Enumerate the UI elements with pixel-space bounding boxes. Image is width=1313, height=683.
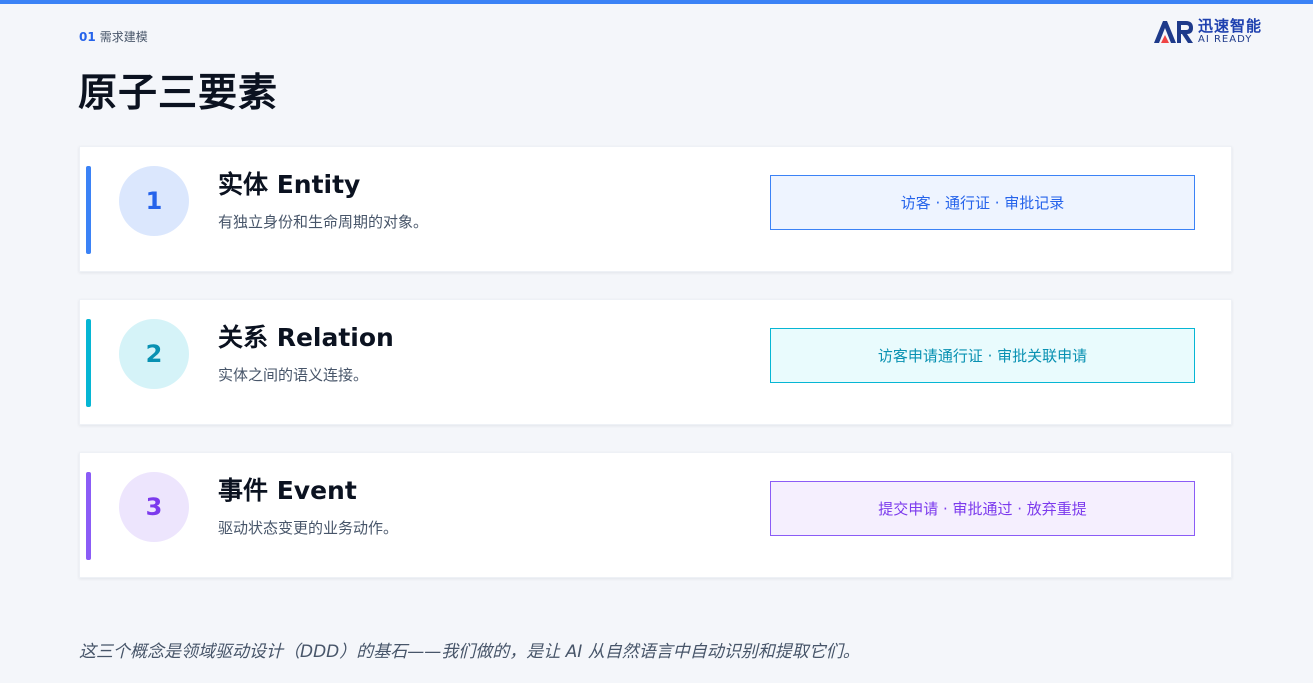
card-accent-bar	[86, 319, 91, 407]
footnote: 这三个概念是领域驱动设计（DDD）的基石——我们做的，是让 AI 从自然语言中自…	[79, 642, 860, 662]
ar-logo-icon	[1154, 21, 1193, 43]
section-number: 01	[79, 30, 96, 44]
section-label: 01 需求建模	[79, 28, 148, 45]
logo-english-name: AI READY	[1198, 34, 1253, 45]
card-examples: 访客 · 通行证 · 审批记录	[770, 175, 1195, 230]
logo-chinese-name: 迅速智能	[1198, 17, 1263, 35]
card-description: 实体之间的语义连接。	[218, 366, 369, 384]
section-name: 需求建模	[99, 30, 148, 44]
slide: 01 需求建模 原子三要素 迅速智能 AI READY 1 实体 Entity 有…	[0, 0, 1313, 683]
card-number-badge: 1	[119, 166, 189, 236]
concept-card-event: 3 事件 Event 驱动状态变更的业务动作。 提交申请 · 审批通过 · 放弃…	[79, 452, 1232, 578]
concept-card-relation: 2 关系 Relation 实体之间的语义连接。 访客申请通行证 · 审批关联申…	[79, 299, 1232, 425]
card-examples: 访客申请通行证 · 审批关联申请	[770, 328, 1195, 383]
card-accent-bar	[86, 472, 91, 560]
page-title: 原子三要素	[78, 71, 279, 116]
card-number-badge: 3	[119, 472, 189, 542]
card-accent-bar	[86, 166, 91, 254]
card-examples: 提交申请 · 审批通过 · 放弃重提	[770, 481, 1195, 536]
card-title: 关系 Relation	[218, 323, 394, 352]
company-logo: 迅速智能 AI READY	[1153, 16, 1293, 50]
card-description: 有独立身份和生命周期的对象。	[218, 213, 429, 231]
card-title: 事件 Event	[218, 476, 357, 505]
card-description: 驱动状态变更的业务动作。	[218, 519, 399, 537]
top-accent-bar	[0, 0, 1313, 4]
concept-card-entity: 1 实体 Entity 有独立身份和生命周期的对象。 访客 · 通行证 · 审批…	[79, 146, 1232, 272]
card-title: 实体 Entity	[218, 170, 361, 199]
card-number-badge: 2	[119, 319, 189, 389]
